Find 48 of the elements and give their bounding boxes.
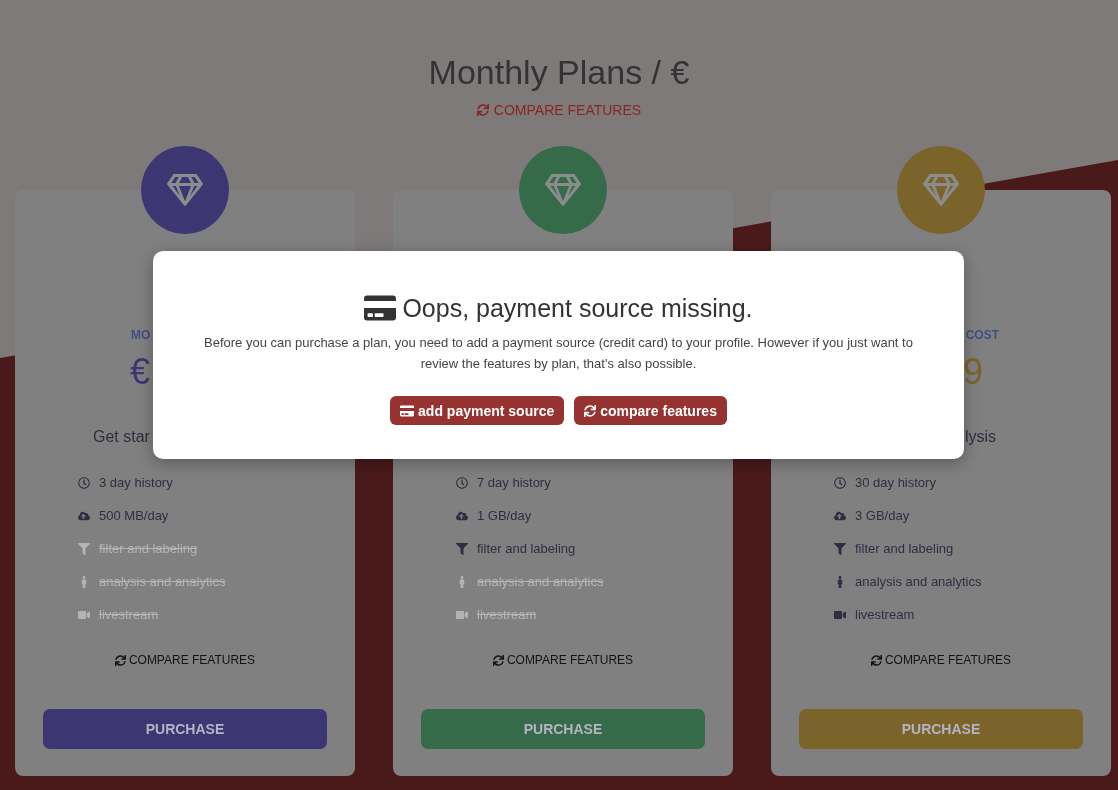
plan-price: € <box>130 350 151 394</box>
feature-label: 3 GB/day <box>855 508 910 523</box>
video-camera-icon <box>78 608 90 621</box>
refresh-icon <box>870 654 882 666</box>
filter-icon <box>834 542 846 555</box>
page-title: Monthly Plans / € <box>428 52 690 93</box>
diamond-icon <box>167 172 203 208</box>
modal-title: Oops, payment source missing. <box>402 293 753 323</box>
filter-icon <box>78 542 90 555</box>
video-camera-icon <box>834 608 846 621</box>
plan-type: COST <box>965 327 999 343</box>
modal-message: Before you can purchase a plan, you need to add a payment source (credit card) to your profile. However if you just want to review the features by plan, that's also possible. <box>203 334 914 373</box>
purchase-button[interactable]: PURCHASE <box>43 709 327 749</box>
feature-label: analysis and analytics <box>855 574 982 589</box>
clock-icon <box>78 476 90 489</box>
feature-label: 1 GB/day <box>477 508 532 523</box>
credit-card-icon <box>400 403 415 418</box>
feature-label: 30 day history <box>855 475 936 490</box>
compare-features-link[interactable]: COMPARE FEATURES <box>870 652 1012 668</box>
purchase-button[interactable]: PURCHASE <box>421 709 705 749</box>
cloud-upload-icon <box>834 509 846 522</box>
modal-button[interactable]: add payment source <box>390 396 565 425</box>
refresh-icon <box>584 404 597 417</box>
feature-label: filter and labeling <box>477 541 576 556</box>
diamond-icon <box>545 172 581 208</box>
cloud-upload-icon <box>78 509 90 522</box>
plan-tagline: lysis <box>964 427 996 447</box>
refresh-icon <box>492 654 504 666</box>
clock-icon <box>834 476 846 489</box>
feature-label: 7 day history <box>477 475 551 490</box>
clock-icon <box>456 476 468 489</box>
feature-label: 3 day history <box>99 475 173 490</box>
cloud-upload-icon <box>456 509 468 522</box>
plan-price: 9 <box>962 350 983 394</box>
feature-label: filter and labeling <box>855 541 954 556</box>
refresh-icon <box>476 104 489 116</box>
modal-button[interactable]: compare features <box>574 396 727 425</box>
refresh-icon <box>114 654 126 666</box>
compare-features-link[interactable]: COMPARE FEATURES <box>492 652 634 668</box>
purchase-button[interactable]: PURCHASE <box>799 709 1083 749</box>
plan-tagline: Get star <box>93 427 150 447</box>
feature-label: livestream <box>855 607 915 622</box>
diamond-icon <box>923 172 959 208</box>
filter-icon <box>456 542 468 555</box>
video-camera-icon <box>456 608 468 621</box>
feature-label: 500 MB/day <box>99 508 169 523</box>
compare-features-link[interactable]: COMPARE FEATURES <box>114 652 256 668</box>
plan-type: MO <box>131 327 151 343</box>
